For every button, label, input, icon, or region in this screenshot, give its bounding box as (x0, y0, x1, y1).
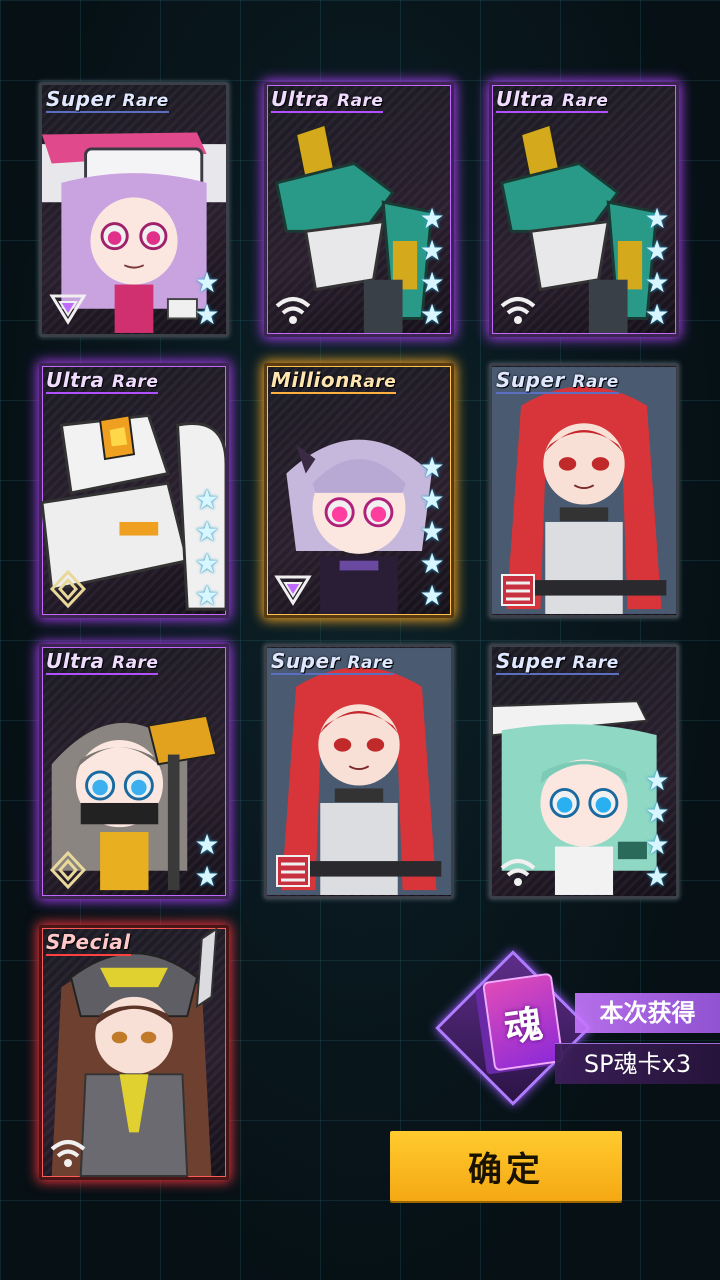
card-5[interactable]: MillionRare ★ ★ ★ ★ ★ (264, 363, 454, 618)
card-4[interactable]: Ultra Rare ★ ★ ★ ★ (39, 363, 229, 618)
star-rating: ★ ★ (192, 830, 222, 892)
soul-card-glyph: 魂 (501, 1001, 546, 1050)
card-9[interactable]: Super Rare ★ ★ ★ ★ (489, 644, 679, 899)
wifi-class-icon (275, 297, 311, 324)
star-icon: ★ (194, 579, 220, 612)
triangle-class-icon (49, 294, 87, 325)
rarity-label: Super Rare (46, 87, 169, 113)
soul-card-icon: 魂 (482, 972, 564, 1072)
star-icon: ★ (194, 547, 220, 580)
rarity-label: Ultra Rare (496, 87, 609, 113)
star-icon: ★ (419, 451, 445, 484)
star-icon: ★ (644, 764, 670, 797)
star-icon: ★ (644, 298, 670, 331)
card-3[interactable]: Ultra Rare ★ ★ ★ ★ (489, 82, 679, 337)
wifi-class-icon (500, 859, 536, 886)
star-icon: ★ (644, 860, 670, 893)
star-icon: ★ (644, 234, 670, 267)
wifi-class-icon (50, 1140, 86, 1167)
star-icon: ★ (419, 298, 445, 331)
diamond-class-icon (49, 850, 87, 890)
star-rating: ★ ★ ★ ★ (417, 204, 447, 330)
card-8[interactable]: Super Rare (264, 644, 454, 899)
star-icon: ★ (194, 298, 220, 331)
star-icon: ★ (194, 828, 220, 861)
confirm-button[interactable]: 确定 (390, 1131, 622, 1201)
star-icon: ★ (644, 796, 670, 829)
card-1[interactable]: Super Rare ★ ★ (39, 82, 229, 337)
rarity-label: Ultra Rare (271, 87, 384, 113)
star-icon: ★ (644, 202, 670, 235)
star-icon: ★ (419, 547, 445, 580)
star-icon: ★ (419, 483, 445, 516)
star-rating: ★ ★ ★ ★ (642, 766, 672, 892)
gacha-result-screen: Super Rare ★ ★ Ultra Rare ★ ★ ★ ★ Ultra … (0, 0, 720, 1280)
star-icon: ★ (419, 234, 445, 267)
star-rating: ★ ★ (192, 268, 222, 330)
star-rating: ★ ★ ★ ★ (642, 204, 672, 330)
rarity-label: Super Rare (271, 649, 394, 675)
reward-panel: 魂 本次获得 SP魂卡x3 (435, 950, 720, 1106)
card-6[interactable]: Super Rare (489, 363, 679, 618)
star-icon: ★ (644, 828, 670, 861)
card-7[interactable]: Ultra Rare ★ ★ (39, 644, 229, 899)
star-icon: ★ (419, 266, 445, 299)
flag-class-icon (501, 574, 535, 606)
flag-class-icon (276, 855, 310, 887)
rarity-label: Super Rare (496, 368, 619, 394)
star-icon: ★ (194, 515, 220, 548)
rarity-label: Ultra Rare (46, 368, 159, 394)
rarity-label: Super Rare (496, 649, 619, 675)
star-icon: ★ (419, 202, 445, 235)
card-2[interactable]: Ultra Rare ★ ★ ★ ★ (264, 82, 454, 337)
star-icon: ★ (194, 266, 220, 299)
star-icon: ★ (419, 515, 445, 548)
star-rating: ★ ★ ★ ★ (192, 485, 222, 611)
rarity-label: Ultra Rare (46, 649, 159, 675)
star-rating: ★ ★ ★ ★ ★ (417, 453, 447, 611)
star-icon: ★ (644, 266, 670, 299)
card-10[interactable]: SPecial (39, 925, 229, 1180)
star-icon: ★ (419, 579, 445, 612)
diamond-class-icon (49, 569, 87, 609)
wifi-class-icon (500, 297, 536, 324)
triangle-class-icon (274, 575, 312, 606)
rarity-label: SPecial (46, 930, 131, 956)
reward-item: SP魂卡x3 (555, 1043, 720, 1084)
star-icon: ★ (194, 483, 220, 516)
rarity-label: MillionRare (271, 368, 397, 394)
reward-title: 本次获得 (575, 993, 720, 1033)
star-icon: ★ (194, 860, 220, 893)
